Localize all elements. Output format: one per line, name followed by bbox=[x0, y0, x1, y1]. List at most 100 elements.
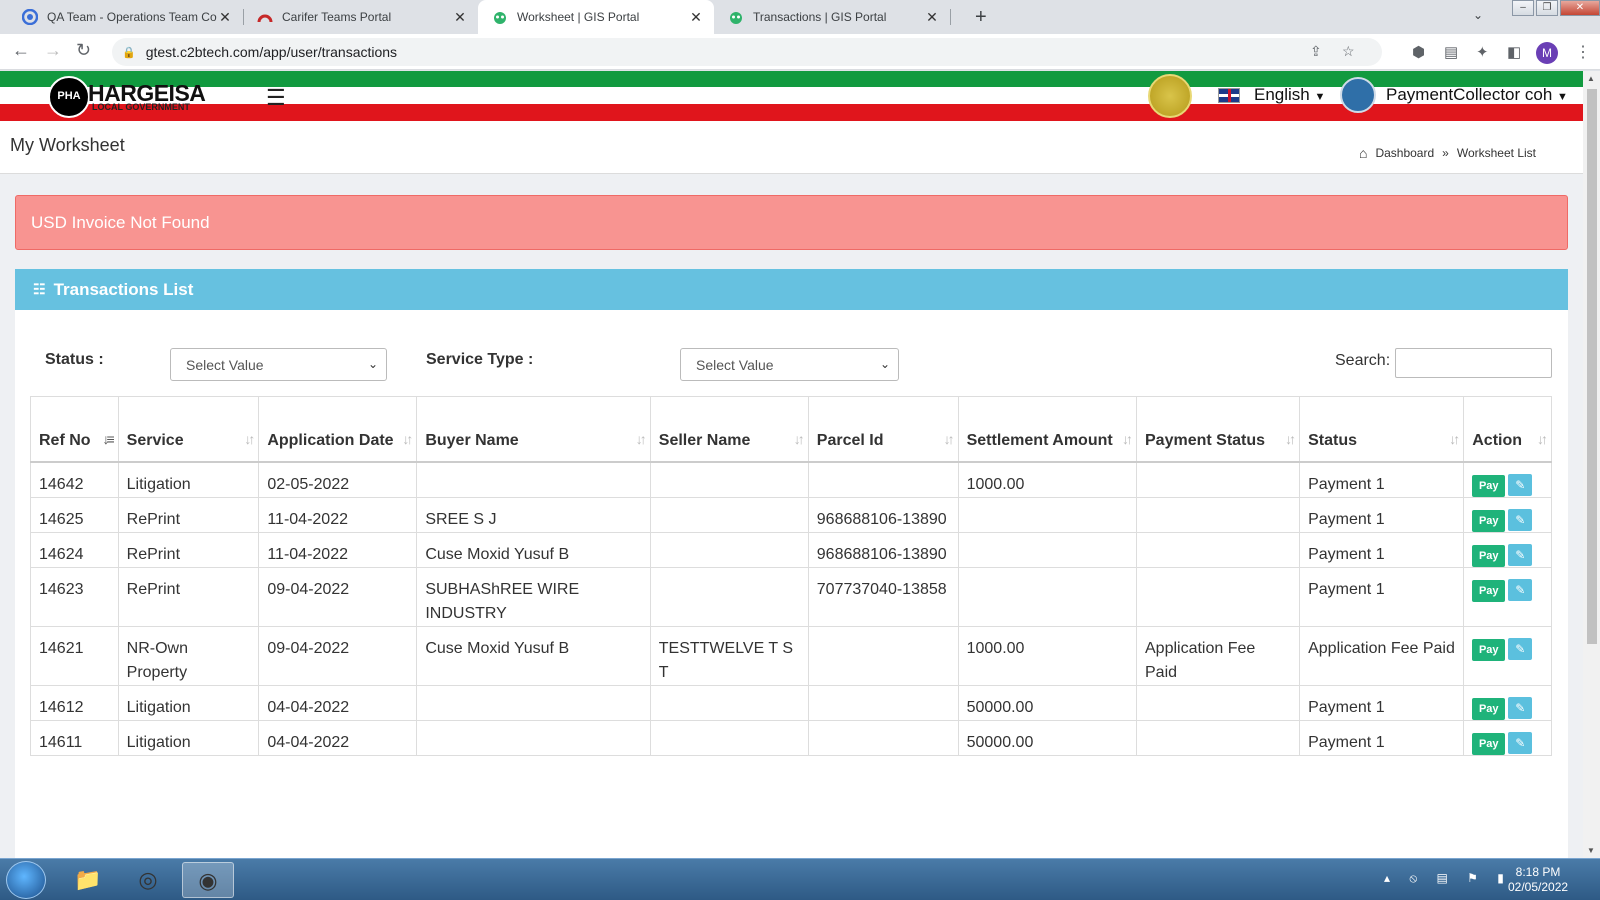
system-clock[interactable]: 8:18 PM 02/05/2022 bbox=[1508, 865, 1568, 895]
close-tab-icon[interactable]: ✕ bbox=[924, 9, 940, 26]
column-header-action[interactable]: Action ↓↑ bbox=[1463, 396, 1552, 462]
bookmark-star-icon[interactable]: ☆ bbox=[1342, 43, 1355, 60]
scroll-down-icon[interactable]: ▼ bbox=[1587, 846, 1595, 855]
column-header-application-date[interactable]: Application Date ↓↑ bbox=[258, 396, 418, 462]
forward-icon[interactable]: → bbox=[44, 40, 62, 61]
edit-icon[interactable]: ✎ bbox=[1508, 578, 1533, 601]
address-bar[interactable]: 🔒 gtest.c2btech.com/app/user/transaction… bbox=[112, 38, 1382, 66]
pay-button[interactable]: Pay bbox=[1472, 509, 1506, 532]
column-header-service[interactable]: Service ↓↑ bbox=[117, 396, 260, 462]
close-tab-icon[interactable]: ✕ bbox=[452, 9, 468, 26]
table-row: 14623 RePrint 09-04-2022 SUBHAShREE WIRE IN… bbox=[30, 566, 1552, 627]
cell-service: NR-Own Property bbox=[117, 625, 260, 686]
extensions-puzzle-icon[interactable]: ✦ bbox=[1476, 43, 1489, 61]
cell-action: Pay ✎ bbox=[1463, 684, 1552, 721]
cell-seller bbox=[649, 566, 809, 627]
cell-parcel bbox=[807, 719, 959, 756]
new-tab-icon[interactable]: + bbox=[975, 6, 987, 29]
column-header-parcel-id[interactable]: Parcel Id ↓↑ bbox=[807, 396, 959, 462]
back-icon[interactable]: ← bbox=[12, 40, 30, 61]
service-type-filter-label: Service Type : bbox=[426, 351, 534, 368]
pay-button[interactable]: Pay bbox=[1472, 544, 1506, 567]
cell-date: 09-04-2022 bbox=[258, 625, 418, 686]
browser-menu-icon[interactable]: ⋮ bbox=[1575, 42, 1591, 62]
page-scrollbar[interactable]: ▲ ▼ bbox=[1583, 71, 1600, 858]
pay-button[interactable]: Pay bbox=[1472, 732, 1506, 755]
cell-seller bbox=[649, 461, 809, 498]
side-panel-icon[interactable]: ◧ bbox=[1507, 43, 1521, 61]
cell-parcel: 968688106-13890 bbox=[807, 531, 959, 568]
close-tab-icon[interactable]: ✕ bbox=[688, 9, 704, 26]
sort-icon: ↓↑ bbox=[1285, 430, 1296, 447]
chrome-browser-icon[interactable]: ◉ bbox=[182, 862, 234, 898]
scrollbar-thumb[interactable] bbox=[1587, 89, 1597, 644]
browser-tab[interactable]: QA Team - Operations Team Coll ✕ bbox=[8, 0, 244, 34]
gis-icon bbox=[730, 12, 742, 24]
browser-tab[interactable]: Carifer Teams Portal ✕ bbox=[243, 0, 478, 34]
pay-button[interactable]: Pay bbox=[1472, 697, 1506, 720]
edit-icon[interactable]: ✎ bbox=[1508, 637, 1533, 660]
column-header-settlement-amount[interactable]: Settlement Amount ↓↑ bbox=[957, 396, 1138, 462]
browser-tab[interactable]: Transactions | GIS Portal ✕ bbox=[714, 0, 951, 34]
transactions-table: Ref No ↓≡ Service ↓↑ Application Date ↓↑ Bu… bbox=[30, 396, 1552, 756]
close-tab-icon[interactable]: ✕ bbox=[217, 9, 233, 26]
pay-button[interactable]: Pay bbox=[1472, 579, 1506, 602]
browser-tab-active[interactable]: Worksheet | GIS Portal ✕ bbox=[478, 0, 714, 34]
logo[interactable]: PHA HARGEISA LOCAL GOVERNMENT bbox=[48, 76, 206, 118]
sort-icon: ↓↑ bbox=[1537, 430, 1548, 447]
start-button[interactable] bbox=[6, 861, 46, 899]
sort-icon: ↓↑ bbox=[402, 430, 413, 447]
column-label: Action bbox=[1472, 431, 1523, 449]
column-header-buyer-name[interactable]: Buyer Name ↓↑ bbox=[416, 396, 651, 462]
extension-clipboard-icon[interactable]: ▤ bbox=[1444, 43, 1458, 61]
pay-button[interactable]: Pay bbox=[1472, 638, 1506, 661]
column-header-ref-no[interactable]: Ref No ↓≡ bbox=[30, 396, 119, 462]
service-type-select[interactable]: Select Value ⌄ bbox=[680, 348, 899, 381]
column-header-payment-status[interactable]: Payment Status ↓↑ bbox=[1135, 396, 1301, 462]
status-select-value: Select Value bbox=[186, 357, 264, 373]
tab-title: Worksheet | GIS Portal bbox=[517, 10, 640, 24]
table-row: 14625 RePrint 11-04-2022 SREE S J 968688106-… bbox=[30, 496, 1552, 533]
column-label: Application Date bbox=[267, 431, 394, 449]
edge-browser-icon[interactable]: ◎ bbox=[122, 862, 174, 898]
user-avatar[interactable] bbox=[1340, 77, 1376, 113]
share-icon[interactable]: ⇪ bbox=[1310, 43, 1322, 60]
scroll-up-icon[interactable]: ▲ bbox=[1587, 74, 1595, 83]
extension-shield-icon[interactable]: ⬢ bbox=[1412, 43, 1425, 61]
status-select[interactable]: Select Value ⌄ bbox=[170, 348, 387, 381]
maximize-icon[interactable]: ❐ bbox=[1536, 0, 1558, 16]
file-explorer-icon[interactable]: 📁 bbox=[62, 862, 114, 898]
filters-bar: Status : Select Value ⌄ Service Type : S… bbox=[15, 310, 1568, 396]
government-seal-icon bbox=[1148, 74, 1192, 118]
user-dropdown[interactable]: PaymentCollector coh ▼ bbox=[1386, 85, 1568, 105]
menu-hamburger-icon[interactable]: ☰ bbox=[266, 85, 286, 111]
tab-search-chevron-icon[interactable]: ⌄ bbox=[1473, 8, 1483, 22]
pay-button[interactable]: Pay bbox=[1472, 474, 1506, 497]
table-row: 14642 Litigation 02-05-2022 1000.00 Payment … bbox=[30, 461, 1552, 498]
table-row: 14612 Litigation 04-04-2022 50000.00 Payment… bbox=[30, 684, 1552, 721]
error-alert: USD Invoice Not Found bbox=[15, 195, 1568, 250]
page-title: My Worksheet bbox=[10, 135, 125, 155]
edit-icon[interactable]: ✎ bbox=[1508, 696, 1533, 719]
search-input[interactable] bbox=[1395, 348, 1552, 378]
cell-buyer bbox=[416, 719, 651, 756]
reload-icon[interactable]: ↻ bbox=[76, 40, 91, 61]
caret-down-icon: ▼ bbox=[1314, 91, 1326, 103]
window-close-icon[interactable]: ✕ bbox=[1560, 0, 1600, 16]
cell-ref: 14612 bbox=[30, 684, 119, 721]
cell-buyer: SREE S J bbox=[416, 496, 651, 533]
edit-icon[interactable]: ✎ bbox=[1508, 473, 1533, 496]
breadcrumb-dashboard[interactable]: Dashboard bbox=[1375, 146, 1434, 160]
minimize-icon[interactable]: – bbox=[1512, 0, 1534, 16]
column-header-seller-name[interactable]: Seller Name ↓↑ bbox=[649, 396, 809, 462]
profile-avatar[interactable]: M bbox=[1536, 42, 1558, 64]
language-dropdown[interactable]: English ▼ bbox=[1254, 85, 1325, 105]
cell-seller bbox=[649, 496, 809, 533]
table-header-row: Ref No ↓≡ Service ↓↑ Application Date ↓↑ Bu… bbox=[30, 396, 1552, 462]
edit-icon[interactable]: ✎ bbox=[1508, 543, 1533, 566]
column-header-status[interactable]: Status ↓↑ bbox=[1299, 396, 1465, 462]
column-label: Payment Status bbox=[1145, 431, 1266, 449]
system-tray[interactable]: ▴ ⦸ ▤ ⚑ ▮ bbox=[1384, 871, 1512, 886]
edit-icon[interactable]: ✎ bbox=[1508, 508, 1533, 531]
edit-icon[interactable]: ✎ bbox=[1508, 731, 1533, 754]
